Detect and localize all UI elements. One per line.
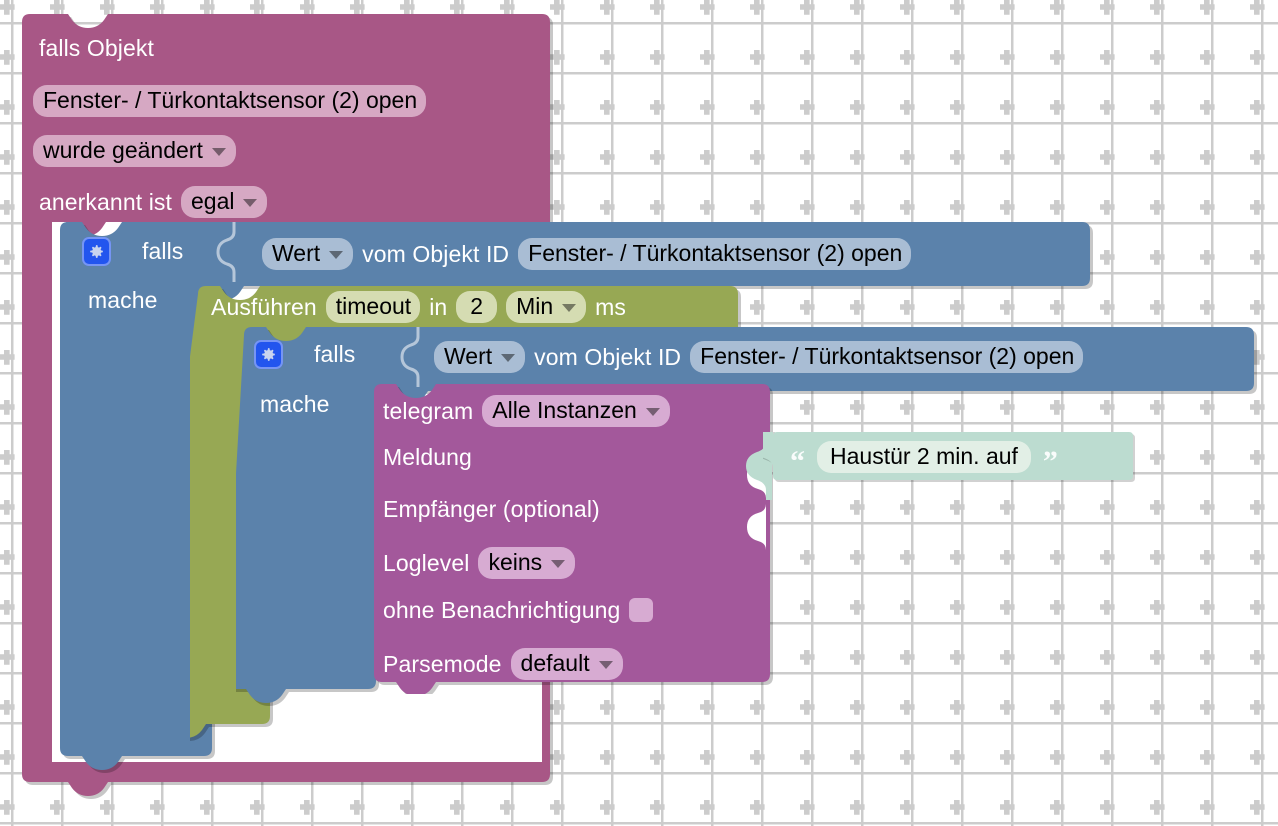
if-outer-value-mode-value: Wert bbox=[272, 240, 321, 266]
gear-icon[interactable] bbox=[254, 340, 283, 369]
if-outer-falls-label: falls bbox=[142, 238, 184, 264]
if-outer-condition-row: Wert vom Objekt ID Fenster- / Türkontakt… bbox=[262, 238, 912, 270]
telegram-message-row: Meldung bbox=[383, 446, 472, 469]
if-inner-do-row: mache bbox=[260, 393, 330, 416]
timeout-unit-dropdown[interactable]: Min bbox=[506, 291, 587, 323]
telegram-silent-label: ohne Benachrichtigung bbox=[383, 596, 621, 623]
trigger-ack-value: egal bbox=[191, 188, 235, 214]
telegram-recipient-row: Empfänger (optional) bbox=[383, 498, 600, 521]
gear-glyph bbox=[262, 348, 275, 361]
telegram-title-label: telegram bbox=[383, 397, 474, 424]
telegram-parsemode-label: Parsemode bbox=[383, 650, 502, 677]
if-inner-mache-label: mache bbox=[260, 391, 330, 417]
trigger-change-mode-value: wurde geändert bbox=[43, 137, 203, 163]
if-outer-do-row: mache bbox=[88, 289, 158, 312]
trigger-ack-label: anerkannt ist bbox=[39, 188, 172, 215]
blockly-workspace[interactable]: falls Objekt Fenster- / Türkontaktsensor… bbox=[0, 0, 1278, 826]
trigger-change-mode-dropdown[interactable]: wurde geändert bbox=[33, 135, 236, 167]
telegram-parsemode-value: default bbox=[520, 650, 590, 676]
trigger-ack-dropdown[interactable]: egal bbox=[181, 186, 268, 218]
trigger-object-id-field[interactable]: Fenster- / Türkontaktsensor (2) open bbox=[33, 85, 427, 117]
trigger-falls-objekt-label: falls Objekt bbox=[39, 35, 154, 61]
telegram-loglevel-row: Loglevel keins bbox=[383, 547, 576, 579]
timeout-delay-field[interactable]: 2 bbox=[456, 291, 498, 323]
telegram-loglevel-dropdown[interactable]: keins bbox=[478, 547, 576, 579]
telegram-recipient-label: Empfänger (optional) bbox=[383, 496, 600, 522]
telegram-message-label: Meldung bbox=[383, 444, 472, 470]
if-inner-value-mode-dropdown[interactable]: Wert bbox=[434, 341, 526, 373]
gear-icon[interactable] bbox=[82, 237, 111, 266]
chevron-down-icon bbox=[551, 559, 566, 568]
text-block-row: “ Haustür 2 min. auf ” bbox=[790, 441, 1058, 478]
if-inner-object-id-field[interactable]: Fenster- / Türkontaktsensor (2) open bbox=[690, 341, 1084, 373]
trigger-ack-row: anerkannt ist egal bbox=[39, 186, 268, 218]
if-outer-header: falls bbox=[82, 237, 183, 266]
if-inner-falls-label: falls bbox=[314, 341, 356, 367]
telegram-silent-checkbox[interactable] bbox=[629, 598, 654, 622]
timeout-name-field[interactable]: timeout bbox=[325, 291, 421, 323]
chevron-down-icon bbox=[501, 353, 516, 362]
trigger-object-row: Fenster- / Türkontaktsensor (2) open bbox=[33, 85, 427, 117]
trigger-changemode-row: wurde geändert bbox=[33, 135, 236, 167]
chevron-down-icon bbox=[329, 250, 344, 259]
timeout-ms-label: ms bbox=[595, 293, 627, 320]
chevron-down-icon bbox=[598, 660, 613, 669]
timeout-header-row: Ausführen timeout in 2 Min ms bbox=[211, 291, 626, 323]
chevron-down-icon bbox=[562, 303, 577, 312]
open-quote-icon: “ bbox=[790, 445, 805, 478]
telegram-loglevel-value: keins bbox=[488, 549, 543, 575]
gear-glyph bbox=[90, 245, 103, 258]
text-value-field[interactable]: Haustür 2 min. auf bbox=[817, 441, 1031, 473]
telegram-title-row: telegram Alle Instanzen bbox=[383, 395, 670, 427]
telegram-parsemode-row: Parsemode default bbox=[383, 648, 623, 680]
telegram-parsemode-dropdown[interactable]: default bbox=[510, 648, 623, 680]
timeout-in-label: in bbox=[429, 293, 448, 320]
telegram-instance-value: Alle Instanzen bbox=[492, 397, 637, 423]
telegram-instance-dropdown[interactable]: Alle Instanzen bbox=[482, 395, 670, 427]
close-quote-icon: ” bbox=[1042, 445, 1058, 478]
if-outer-mache-label: mache bbox=[88, 287, 158, 313]
telegram-silent-row: ohne Benachrichtigung bbox=[383, 596, 654, 623]
if-inner-header: falls bbox=[254, 340, 355, 369]
telegram-loglevel-label: Loglevel bbox=[383, 549, 470, 576]
if-inner-value-mode-value: Wert bbox=[444, 343, 493, 369]
if-outer-from-object-label: vom Objekt ID bbox=[362, 240, 510, 267]
chevron-down-icon bbox=[645, 407, 660, 416]
if-inner-condition-row: Wert vom Objekt ID Fenster- / Türkontakt… bbox=[434, 341, 1084, 373]
timeout-unit-value: Min bbox=[516, 293, 554, 319]
if-inner-from-object-label: vom Objekt ID bbox=[534, 343, 682, 370]
chevron-down-icon bbox=[211, 147, 226, 156]
if-outer-object-id-field[interactable]: Fenster- / Türkontaktsensor (2) open bbox=[518, 238, 912, 270]
chevron-down-icon bbox=[243, 198, 258, 207]
if-outer-value-mode-dropdown[interactable]: Wert bbox=[262, 238, 354, 270]
trigger-line1: falls Objekt bbox=[39, 37, 154, 60]
timeout-run-label: Ausführen bbox=[211, 293, 317, 320]
